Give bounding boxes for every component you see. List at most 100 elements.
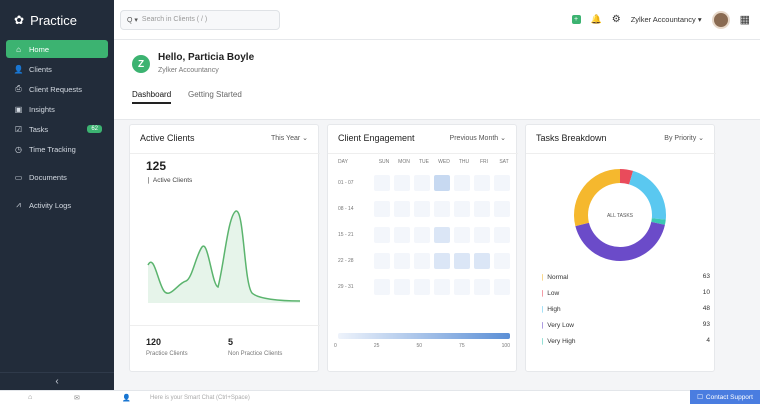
heatmap-cell[interactable]	[454, 253, 470, 269]
heatmap-cell[interactable]	[494, 201, 510, 217]
legend-label: ❘ Normal	[540, 274, 569, 281]
legend-row[interactable]: ❘ Low 10	[540, 289, 710, 297]
sidebar-item-label: Client Requests	[29, 84, 82, 94]
heatmap-cell[interactable]	[394, 279, 410, 295]
heatmap-cell[interactable]	[374, 253, 390, 269]
scale-label: 25	[373, 343, 380, 349]
heatmap-cell[interactable]	[434, 175, 450, 191]
quick-add-icon[interactable]: +	[571, 15, 581, 24]
heatmap-cell[interactable]	[414, 201, 430, 217]
gear-icon[interactable]: ⚙	[612, 14, 621, 25]
heatmap-cell[interactable]	[454, 201, 470, 217]
heatmap-row: 22 - 28	[338, 253, 514, 269]
heatmap-cell[interactable]	[494, 253, 510, 269]
practice-logo-icon: ✿	[14, 13, 25, 27]
heatmap-cell[interactable]	[494, 279, 510, 295]
heatmap-cell[interactable]	[474, 253, 490, 269]
heatmap-cell[interactable]	[474, 227, 490, 243]
legend-row[interactable]: ❘ High 48	[540, 305, 710, 313]
active-clients-filter[interactable]: This Year ⌄	[271, 134, 308, 142]
day-header: THU	[458, 159, 470, 165]
client-engagement-filter[interactable]: Previous Month ⌄	[450, 134, 506, 142]
tasks-breakdown-card: Tasks Breakdown By Priority ⌄ ALL TASKS …	[525, 124, 716, 372]
day-header: TUE	[419, 159, 429, 165]
donut-slice-very-low[interactable]	[575, 221, 665, 261]
card-title: Client Engagement	[338, 133, 415, 143]
active-clients-label: ❘ Active Clients	[146, 177, 193, 184]
user-icon: 👤	[13, 64, 24, 74]
search-scope-dropdown[interactable]: Q ▾	[127, 16, 138, 24]
legend-label: ❘ Very High	[540, 338, 576, 345]
heatmap-cell[interactable]	[414, 253, 430, 269]
sidebar-item-home[interactable]: ⌂ Home	[6, 40, 108, 58]
heatmap-cell[interactable]	[454, 279, 470, 295]
heatmap-cell[interactable]	[414, 279, 430, 295]
heatmap-cell[interactable]	[434, 201, 450, 217]
apps-grid-icon[interactable]: ▦	[740, 13, 750, 26]
heatmap-cell[interactable]	[434, 227, 450, 243]
active-clients-card: Active Clients This Year ⌄ 125 ❘ Active …	[129, 124, 320, 372]
active-clients-count: 125	[146, 159, 167, 173]
heatmap-cell[interactable]	[394, 253, 410, 269]
heatmap-cell[interactable]	[394, 227, 410, 243]
heatmap-cell[interactable]	[374, 175, 390, 191]
user-avatar[interactable]	[711, 10, 730, 29]
sidebar-item-clients[interactable]: 👤 Clients	[6, 60, 108, 78]
heatmap-cell[interactable]	[474, 201, 490, 217]
sidebar-item-client-requests[interactable]: ⎙ Client Requests	[6, 80, 108, 98]
home-icon[interactable]: ⌂	[28, 394, 32, 401]
insights-icon: ▣	[14, 104, 23, 114]
sidebar-item-insights[interactable]: ▣ Insights	[6, 100, 108, 118]
heatmap-cell[interactable]	[374, 279, 390, 295]
sidebar-item-documents[interactable]: ▭ Documents	[6, 168, 108, 186]
sidebar-item-time-tracking[interactable]: ◷ Time Tracking	[6, 140, 108, 158]
search-input[interactable]: Q ▾ Search in Clients ( / )	[120, 9, 280, 30]
heatmap-cell[interactable]	[494, 175, 510, 191]
heatmap-cell[interactable]	[414, 175, 430, 191]
client-engagement-card: Client Engagement Previous Month ⌄ DAY S…	[327, 124, 518, 372]
day-header: SUN	[378, 159, 390, 165]
legend-row[interactable]: ❘ Very High 4	[540, 337, 710, 345]
heatmap-cell[interactable]	[394, 201, 410, 217]
legend-value: 63	[702, 273, 710, 280]
heatmap-cell[interactable]	[454, 175, 470, 191]
org-logo: Z	[132, 55, 150, 73]
heatmap-cell[interactable]	[434, 279, 450, 295]
day-header: DAY	[338, 159, 348, 165]
tasks-breakdown-filter[interactable]: By Priority ⌄	[664, 134, 704, 142]
smart-chat-input[interactable]: Here is your Smart Chat (Ctrl+Space)	[150, 395, 250, 401]
sidebar-item-activity-logs[interactable]: ⩘ Activity Logs	[6, 196, 108, 214]
legend-row[interactable]: ❘ Normal 63	[540, 273, 710, 281]
sidebar-collapse-button[interactable]: ‹	[0, 372, 114, 390]
heatmap-cell[interactable]	[374, 227, 390, 243]
app-brand[interactable]: ✿ Practice	[0, 0, 114, 40]
tab-dashboard[interactable]: Dashboard	[132, 90, 172, 104]
request-icon: ⎙	[15, 84, 22, 93]
heatmap-cell[interactable]	[394, 175, 410, 191]
practice-clients-count: 120	[146, 337, 162, 347]
bottom-bar: ⌂ ✉ 👤 Here is your Smart Chat (Ctrl+Spac…	[0, 390, 760, 404]
week-label: 01 - 07	[338, 180, 354, 186]
practice-clients-label: Practice Clients	[146, 351, 188, 357]
bell-icon[interactable]: 🔔	[591, 14, 602, 25]
heatmap-cell[interactable]	[474, 279, 490, 295]
heatmap-cell[interactable]	[374, 201, 390, 217]
heatmap-cell[interactable]	[494, 227, 510, 243]
donut-slice-high[interactable]	[629, 170, 666, 220]
heatmap-cell[interactable]	[434, 253, 450, 269]
greeting: Hello, Particia Boyle	[158, 52, 255, 63]
sidebar: ✿ Practice ⌂ Home 👤 Clients ⎙ Client Req…	[0, 0, 114, 404]
heatmap-cell[interactable]	[474, 175, 490, 191]
sidebar-item-label: Home	[29, 44, 50, 54]
chat-icon[interactable]: ✉	[74, 394, 80, 402]
org-switcher[interactable]: Zylker Accountancy ▾	[631, 15, 702, 24]
sidebar-item-tasks[interactable]: ☑ Tasks 62	[6, 120, 108, 138]
legend-row[interactable]: ❘ Very Low 93	[540, 321, 710, 329]
heatmap-cell[interactable]	[454, 227, 470, 243]
contact-support-button[interactable]: ☐ Contact Support	[690, 390, 760, 404]
user-icon[interactable]: 👤	[122, 394, 131, 402]
tab-getting-started[interactable]: Getting Started	[188, 90, 242, 99]
heatmap-cell[interactable]	[414, 227, 430, 243]
legend-value: 10	[702, 289, 710, 296]
legend-label: ❘ Low	[540, 290, 560, 297]
